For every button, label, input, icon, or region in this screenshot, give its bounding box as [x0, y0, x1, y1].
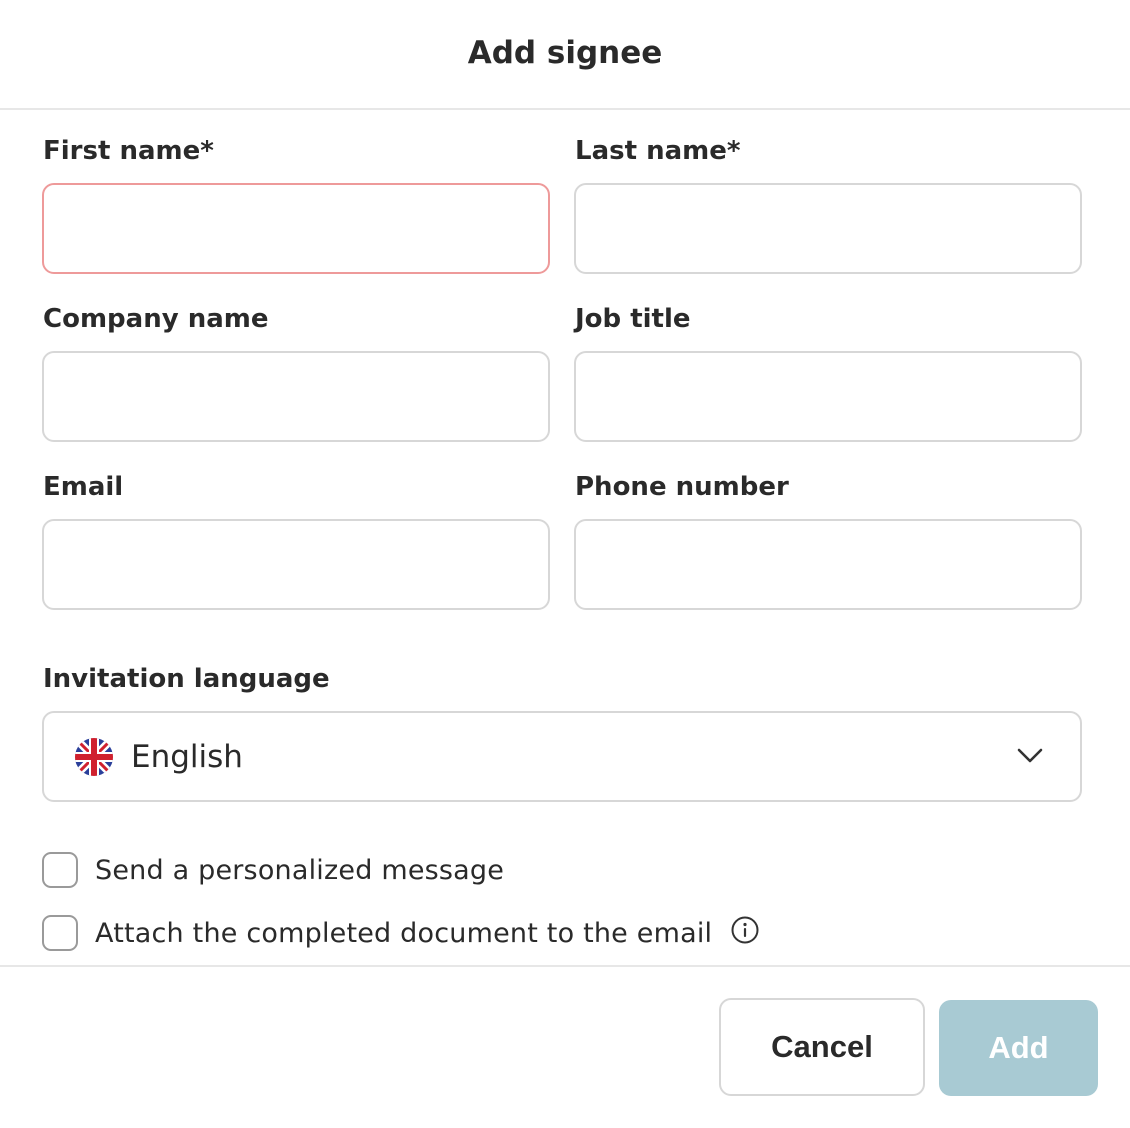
dialog-header: Add signee [0, 0, 1130, 110]
email-label: Email [43, 472, 124, 502]
personalized-message-label: Send a personalized message [95, 854, 505, 886]
job-title-label: Job title [575, 304, 691, 334]
chevron-down-icon [1017, 748, 1043, 763]
job-title-input[interactable] [574, 351, 1082, 442]
invitation-language-value: English [131, 738, 243, 775]
phone-number-input[interactable] [574, 519, 1082, 610]
footer-divider [0, 965, 1130, 967]
personalized-message-option[interactable]: Send a personalized message [42, 852, 504, 888]
add-button[interactable]: Add [939, 1000, 1098, 1096]
attach-document-label: Attach the completed document to the ema… [95, 917, 713, 949]
last-name-label: Last name* [575, 136, 741, 166]
company-name-label: Company name [43, 304, 269, 334]
company-name-input[interactable] [42, 351, 550, 442]
dialog-title: Add signee [467, 35, 663, 71]
cancel-button[interactable]: Cancel [719, 998, 925, 1096]
attach-document-checkbox[interactable] [42, 915, 78, 951]
first-name-label: First name* [43, 136, 214, 166]
add-signee-dialog: Add signee First name* Last name* Compan… [0, 0, 1130, 1128]
first-name-input[interactable] [42, 183, 550, 274]
invitation-language-label: Invitation language [43, 664, 330, 694]
attach-document-option[interactable]: Attach the completed document to the ema… [42, 915, 760, 951]
personalized-message-checkbox[interactable] [42, 852, 78, 888]
invitation-language-select[interactable]: English [42, 711, 1082, 802]
email-input[interactable] [42, 519, 550, 610]
phone-number-label: Phone number [575, 472, 789, 502]
uk-flag-icon [75, 737, 113, 776]
info-icon[interactable] [730, 915, 760, 945]
last-name-input[interactable] [574, 183, 1082, 274]
